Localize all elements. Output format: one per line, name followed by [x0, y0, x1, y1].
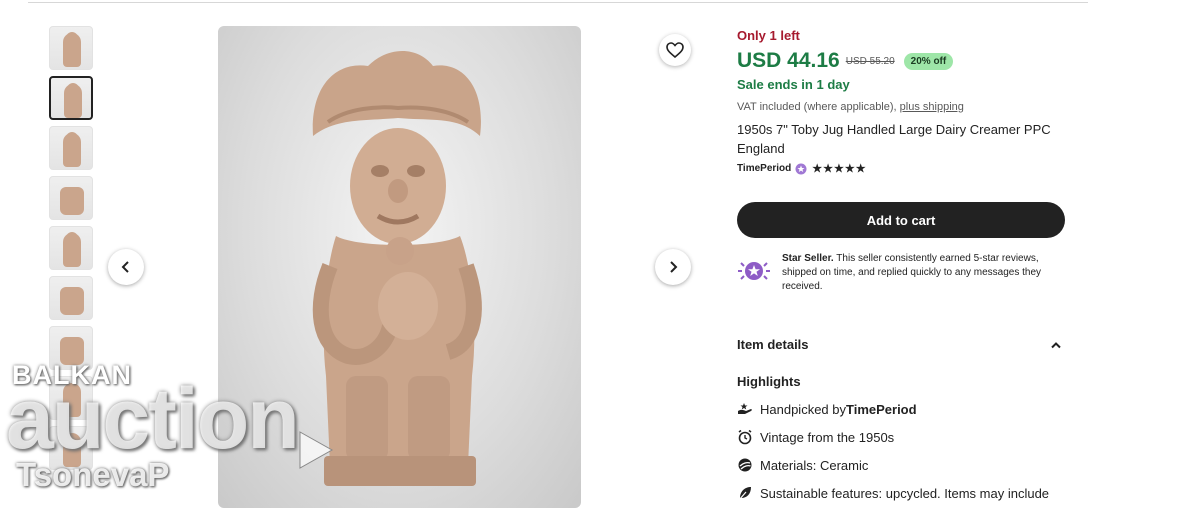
star-seller-notice: Star Seller. This seller consistently ea… — [737, 252, 1067, 294]
next-image-button[interactable] — [655, 249, 691, 285]
thumbnail[interactable] — [49, 26, 93, 70]
watermark: BALKAN auction TsonevaP — [6, 358, 336, 508]
star-seller-description: Star Seller. This seller consistently ea… — [782, 252, 1067, 294]
highlight-item: Vintage from the 1950s — [737, 429, 1067, 445]
highlight-text: Vintage from the 1950s — [760, 429, 895, 445]
chevron-left-icon — [121, 261, 129, 273]
item-details-label: Item details — [737, 337, 809, 352]
highlight-item: Materials: Ceramic — [737, 457, 1067, 473]
highlight-shop-link[interactable]: TimePeriod — [846, 402, 917, 417]
star-seller-icon — [738, 262, 770, 280]
watermark-line3: TsonevaP — [16, 456, 170, 493]
price-row: USD 44.16 USD 55.20 20% off — [737, 49, 1067, 73]
sale-ends-text: Sale ends in 1 day — [737, 77, 850, 92]
shop-row: TimePeriod ★★★★★ — [737, 162, 1067, 175]
highlight-item: Handpicked by TimePeriod — [737, 401, 1067, 417]
leaf-icon — [738, 487, 751, 501]
star-seller-badge-icon — [795, 163, 807, 174]
vat-text: VAT included (where applicable), — [737, 101, 897, 113]
highlight-text: Handpicked by — [760, 401, 846, 417]
shop-name-link[interactable]: TimePeriod — [737, 163, 791, 174]
top-divider — [28, 2, 1088, 3]
add-to-cart-button[interactable]: Add to cart — [737, 202, 1065, 238]
thumbnail[interactable] — [49, 126, 93, 170]
discount-badge: 20% off — [903, 52, 954, 70]
highlight-text: Materials: Ceramic — [760, 457, 869, 473]
previous-image-button[interactable] — [108, 249, 144, 285]
original-price: USD 55.20 — [845, 55, 895, 67]
item-details-toggle[interactable]: Item details — [737, 337, 1062, 352]
highlight-text: Sustainable features: upcycled. Items ma… — [760, 485, 1050, 501]
heart-icon — [666, 42, 684, 58]
shipping-link[interactable]: plus shipping — [900, 101, 964, 113]
vat-note: VAT included (where applicable), plus sh… — [737, 101, 1067, 113]
highlights-heading: Highlights — [737, 374, 801, 389]
thumbnail[interactable] — [49, 276, 93, 320]
current-price: USD 44.16 — [737, 49, 840, 72]
chevron-right-icon — [670, 261, 678, 273]
thumbnail[interactable] — [49, 226, 93, 270]
clock-icon — [738, 429, 752, 445]
highlight-item: Sustainable features: upcycled. Items ma… — [737, 485, 1067, 501]
thumbnail-selected[interactable] — [49, 76, 93, 120]
listing-info: Only 1 left USD 44.16 USD 55.20 20% off … — [737, 28, 1067, 501]
play-triangle-icon — [299, 431, 334, 469]
favorite-button[interactable] — [659, 34, 691, 66]
chevron-up-icon — [1051, 341, 1061, 348]
star-seller-label: Star Seller. — [782, 253, 834, 264]
listing-title: 1950s 7" Toby Jug Handled Large Dairy Cr… — [737, 122, 1051, 156]
materials-icon — [738, 458, 752, 472]
rating-stars[interactable]: ★★★★★ — [812, 162, 866, 175]
thumbnail[interactable] — [49, 176, 93, 220]
watermark-line2: auction — [6, 371, 300, 467]
stock-notice: Only 1 left — [737, 28, 800, 43]
handpicked-icon — [738, 403, 752, 414]
